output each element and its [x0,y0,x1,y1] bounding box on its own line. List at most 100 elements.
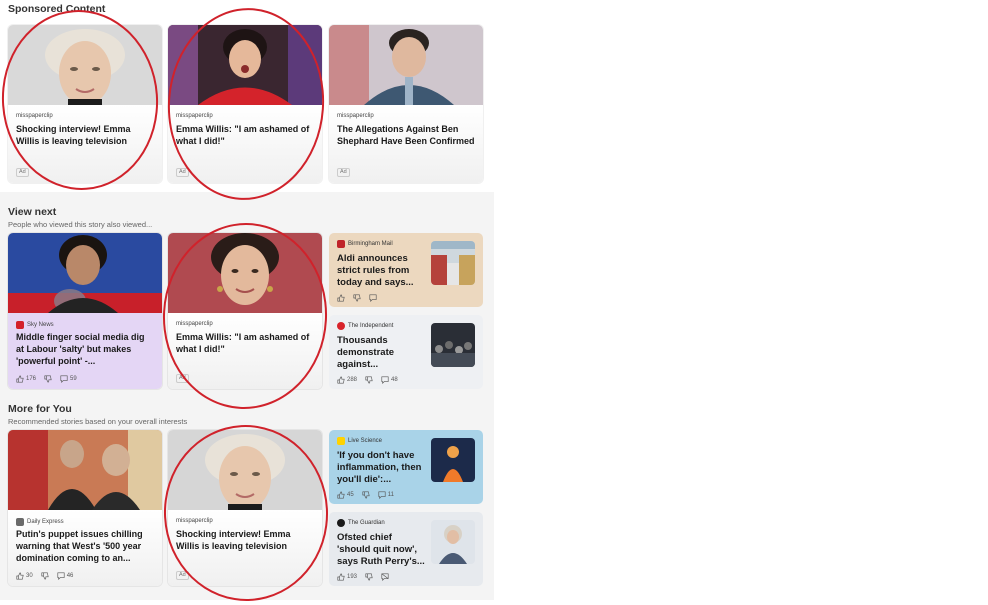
view-next-card-emma-ashamed[interactable]: misspaperclip Emma Willis: "I am ashamed… [168,233,322,389]
card-headline[interactable]: Emma Willis: "I am ashamed of what I did… [176,123,314,147]
thumbs-up-icon [337,294,345,302]
guardian-logo-icon [337,519,345,527]
thumbs-down-icon [41,572,49,580]
ad-badge: Ad [337,168,350,177]
source-name: Daily Express [27,519,64,525]
view-next-side-card-aldi[interactable]: Birmingham Mail Aldi announces strict ru… [329,233,483,307]
comment-button[interactable] [369,294,377,302]
view-next-title: View next [8,206,57,218]
card-headline[interactable]: Thousands demonstrate against... [337,335,425,371]
thumbs-down-icon [44,375,52,383]
source-name: The Guardian [348,520,385,526]
more-side-card-guardian[interactable]: The Guardian Ofsted chief 'should quit n… [329,512,483,586]
card-source: misspaperclip [176,518,213,524]
thumbs-up-icon [337,376,345,384]
thumbs-up-icon [16,375,24,383]
sponsored-card-emma-leaving[interactable]: misspaperclip Shocking interview! Emma W… [8,25,162,183]
card-image-woman-portrait [168,430,322,510]
like-count: 288 [347,377,358,383]
source-name: Live Science [348,438,383,444]
hide-story-icon [381,573,389,581]
card-headline[interactable]: Ofsted chief 'should quit now', says Rut… [337,532,425,568]
card-image-woman-earrings [168,233,322,313]
thumbs-down-icon [353,294,361,302]
card-source: Live Science [337,437,382,445]
source-name: Birmingham Mail [348,241,393,247]
more-side-card-live-science[interactable]: Live Science 'If you don't have inflamma… [329,430,483,504]
like-button[interactable]: 288 [337,376,357,384]
card-body: misspaperclip Shocking interview! Emma W… [168,510,322,586]
sponsored-section-title: Sponsored Content [8,3,106,15]
like-count: 30 [26,573,33,579]
comment-count: 48 [391,377,398,383]
like-button[interactable]: 30 [16,572,33,580]
like-button[interactable]: 45 [337,491,354,499]
thumbnail-supermarket-aisle [431,241,475,285]
comment-button[interactable]: 46 [57,572,73,580]
source-name: The Independent [348,323,394,329]
ad-badge: Ad [176,571,189,580]
view-next-card-sky-news[interactable]: Sky News Middle finger social media dig … [8,233,162,389]
card-body: misspaperclip Emma Willis: "I am ashamed… [168,105,322,183]
thumbs-up-icon [337,491,345,499]
reactions-bar: 176 59 [16,375,77,383]
card-headline[interactable]: Putin's puppet issues chilling warning t… [16,528,154,564]
comment-icon [369,294,377,302]
card-source: Sky News [16,321,54,329]
sponsored-card-ben-shephard[interactable]: misspaperclip The Allegations Against Be… [329,25,483,183]
dislike-button[interactable] [362,491,370,499]
sponsored-card-emma-ashamed[interactable]: misspaperclip Emma Willis: "I am ashamed… [168,25,322,183]
like-count: 176 [26,376,37,382]
dislike-button[interactable] [365,573,373,581]
comment-button[interactable]: 48 [381,376,398,384]
hide-story-button[interactable] [381,573,389,581]
news-feed-panel: Sponsored Content misspaperclip Shocking… [0,0,494,605]
thumbs-down-icon [365,573,373,581]
comment-icon [57,572,65,580]
card-source: The Guardian [337,519,385,527]
dislike-button[interactable] [41,572,49,580]
like-button[interactable] [337,294,345,302]
dislike-button[interactable] [44,375,52,383]
reactions-bar: 30 46 [16,572,73,580]
card-headline[interactable]: Middle finger social media dig at Labour… [16,331,154,367]
ad-badge: Ad [176,168,189,177]
card-headline[interactable]: Shocking interview! Emma Willis is leavi… [176,528,314,552]
card-image-woman-gesturing [8,233,162,313]
thumbs-up-icon [16,572,24,580]
comment-count: 59 [70,376,77,382]
like-button[interactable]: 193 [337,573,357,581]
more-for-you-title: More for You [8,403,72,415]
card-source: misspaperclip [176,113,213,119]
more-for-you-subtitle: Recommended stories based on your overal… [8,417,188,426]
comment-button[interactable]: 11 [378,491,394,499]
comment-button[interactable]: 59 [60,375,77,383]
card-headline[interactable]: Emma Willis: "I am ashamed of what I did… [176,331,314,355]
dislike-button[interactable] [353,294,361,302]
card-body: misspaperclip The Allegations Against Be… [329,105,483,183]
sky-news-logo-icon [16,321,24,329]
more-card-emma-leaving[interactable]: misspaperclip Shocking interview! Emma W… [168,430,322,586]
thumbs-down-icon [362,491,370,499]
ad-badge: Ad [176,374,189,383]
reactions-bar: 193 [337,573,389,581]
live-science-logo-icon [337,437,345,445]
card-source: The Independent [337,322,393,330]
card-headline[interactable]: Shocking interview! Emma Willis is leavi… [16,123,154,147]
card-source: misspaperclip [176,321,213,327]
comment-icon [378,491,386,499]
thumbnail-crowd [431,323,475,367]
card-headline[interactable]: Aldi announces strict rules from today a… [337,253,425,289]
source-name: Sky News [27,322,54,328]
view-next-side-card-independent[interactable]: The Independent Thousands demonstrate ag… [329,315,483,389]
card-body: Sky News Middle finger social media dig … [8,313,162,389]
card-body: misspaperclip Emma Willis: "I am ashamed… [168,313,322,389]
more-card-daily-express[interactable]: Daily Express Putin's puppet issues chil… [8,430,162,586]
reactions-bar: 288 48 [337,376,398,384]
dislike-button[interactable] [365,376,373,384]
card-headline[interactable]: 'If you don't have inflammation, then yo… [337,450,425,486]
like-button[interactable]: 176 [16,375,36,383]
reactions-bar: 45 11 [337,491,394,499]
daily-express-logo-icon [16,518,24,526]
card-headline[interactable]: The Allegations Against Ben Shephard Hav… [337,123,475,147]
